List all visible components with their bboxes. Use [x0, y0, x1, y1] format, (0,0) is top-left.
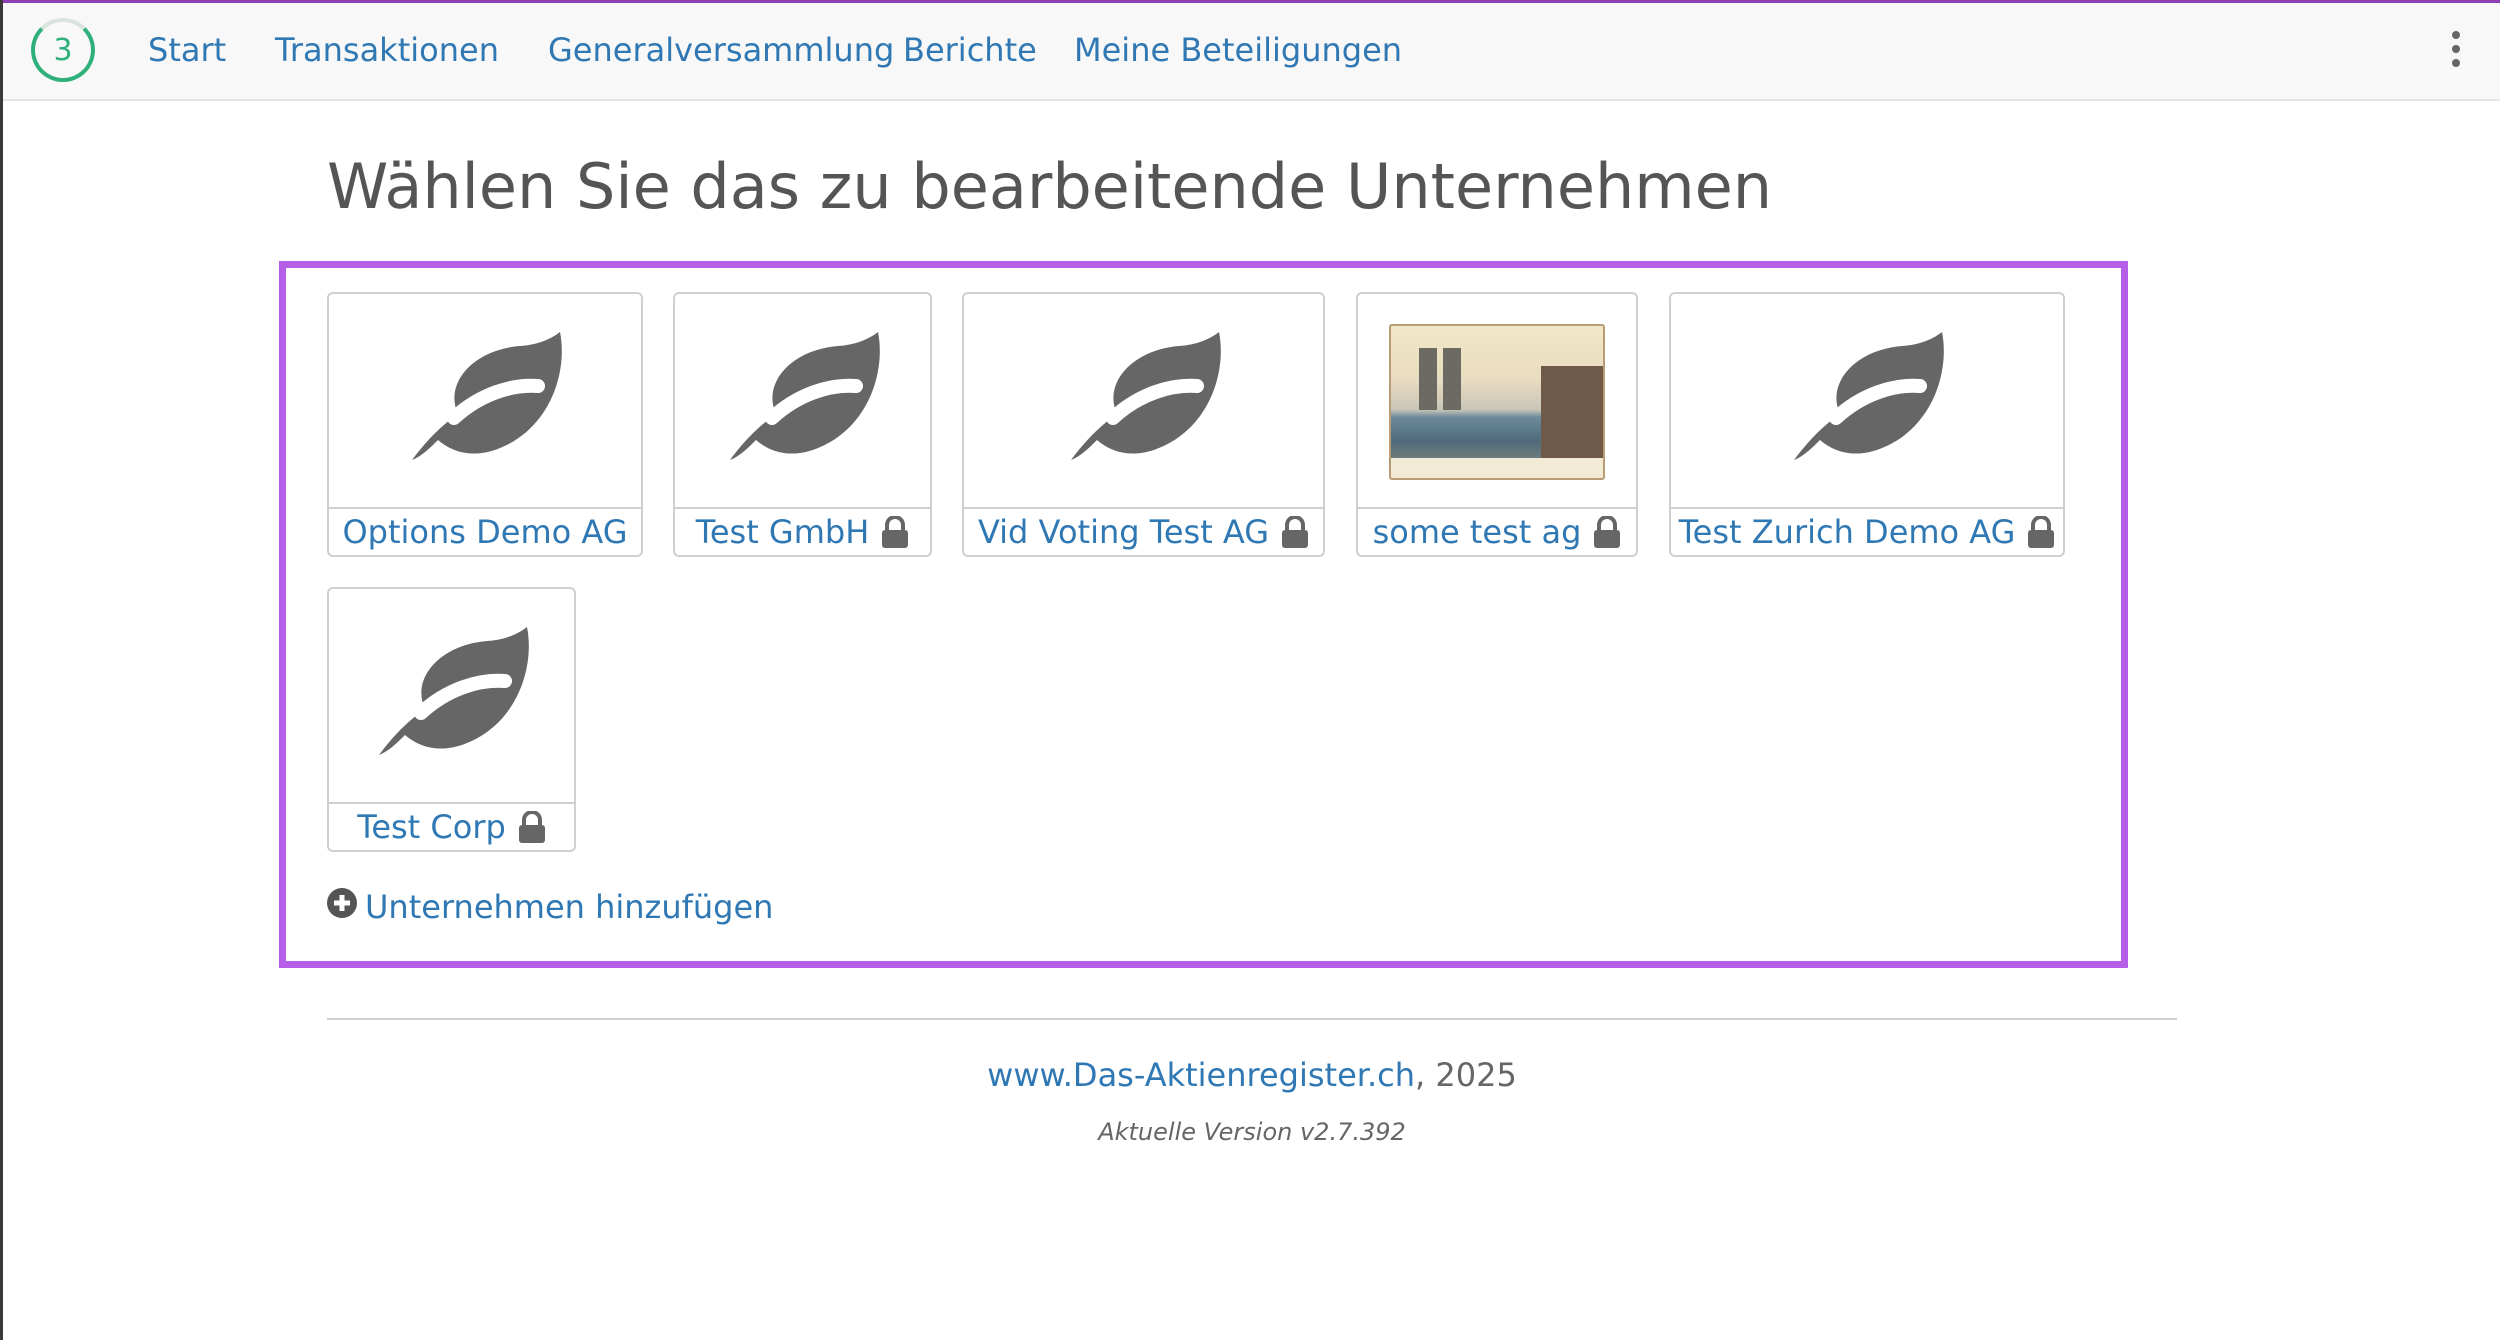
company-name[interactable]: Test GmbH [696, 513, 870, 551]
plus-circle-icon [327, 888, 357, 926]
leaf-icon [1671, 294, 2063, 510]
lock-icon [2027, 516, 2055, 548]
more-vertical-icon[interactable] [2452, 31, 2460, 73]
window-left-edge [0, 0, 3, 1340]
company-tile[interactable]: Test Zurich Demo AG [1669, 292, 2065, 557]
company-tile[interactable]: Test GmbH [673, 292, 932, 557]
logo-number: 3 [53, 32, 73, 68]
company-tile[interactable]: Vid Voting Test AG [962, 292, 1325, 557]
lock-icon [518, 811, 546, 843]
company-tile[interactable]: Options Demo AG [327, 292, 643, 557]
nav-link-start[interactable]: Start [148, 31, 226, 69]
company-tile[interactable]: Test Corp [327, 587, 576, 852]
page-title: Wählen Sie das zu bearbeitende Unternehm… [327, 150, 1773, 223]
company-name[interactable]: Vid Voting Test AG [978, 513, 1269, 551]
top-navbar: 3 Start Transaktionen Generalversammlung… [3, 3, 2500, 101]
painting-image [1358, 294, 1636, 510]
company-name[interactable]: Test Zurich Demo AG [1679, 513, 2016, 551]
company-name[interactable]: Options Demo AG [342, 513, 627, 551]
company-tile[interactable]: some test ag [1356, 292, 1638, 557]
footer-version: Aktuelle Version v2.7.392 [1098, 1118, 1406, 1146]
company-name[interactable]: Test Corp [357, 808, 506, 846]
add-company-label[interactable]: Unternehmen hinzufügen [365, 888, 773, 926]
leaf-icon [675, 294, 930, 510]
nav-link-meine-beteiligungen[interactable]: Meine Beteiligungen [1074, 31, 1402, 69]
footer-year: , 2025 [1415, 1056, 1517, 1094]
company-name[interactable]: some test ag [1373, 513, 1582, 551]
lock-icon [1281, 516, 1309, 548]
footer-site-link[interactable]: www.Das-Aktienregister.ch [987, 1056, 1415, 1094]
leaf-icon [329, 589, 574, 805]
footer-copyright: www.Das-Aktienregister.ch, 2025 [327, 1056, 2177, 1094]
leaf-icon [329, 294, 641, 510]
app-logo[interactable]: 3 [31, 18, 95, 82]
nav-link-berichte[interactable]: Berichte [903, 31, 1037, 69]
nav-link-transaktionen[interactable]: Transaktionen [275, 31, 499, 69]
lock-icon [881, 516, 909, 548]
footer-divider [327, 1018, 2177, 1020]
lock-icon [1593, 516, 1621, 548]
nav-link-generalversammlung[interactable]: Generalversammlung [548, 31, 894, 69]
leaf-icon [964, 294, 1323, 510]
add-company-link[interactable]: Unternehmen hinzufügen [327, 888, 773, 926]
